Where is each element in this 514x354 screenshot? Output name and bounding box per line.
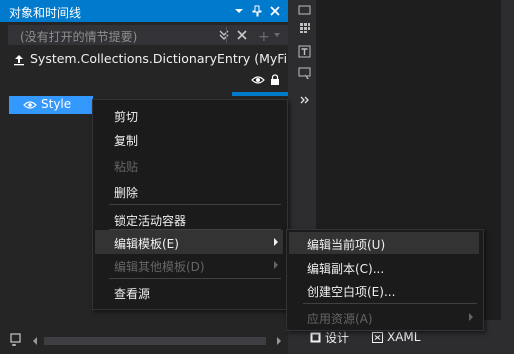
selection-strip <box>232 92 288 96</box>
collapse-icon[interactable] <box>219 30 229 40</box>
style-label: Style <box>41 97 72 111</box>
panel-title: 对象和时间线 <box>9 6 82 20</box>
menu-separator <box>303 303 477 304</box>
menu-item-copy[interactable]: 复制 <box>114 132 138 149</box>
submenu: 编辑当前项(U) 编辑副本(C)... 创建空白项(E)... 应用资源(A) <box>286 229 484 331</box>
menu-item-edit-other-templates[interactable]: 编辑其他模板(D) <box>114 258 205 275</box>
add-icon[interactable]: + <box>258 29 270 45</box>
delete-icon[interactable] <box>237 30 247 40</box>
submenu-arrow-icon <box>274 261 278 269</box>
pin-icon[interactable] <box>249 3 265 19</box>
submenu-item-edit-current[interactable]: 编辑当前项(U) <box>307 236 385 253</box>
design-tab-label: 设计 <box>325 330 350 345</box>
dropdown-icon[interactable] <box>231 3 247 19</box>
design-icon <box>310 332 321 343</box>
menu-item-edit-template[interactable]: 编辑模板(E) <box>114 235 179 252</box>
menu-item-view-source[interactable]: 查看源 <box>114 285 150 302</box>
menu-separator <box>109 204 281 205</box>
menu-item-lock-container[interactable]: 锁定活动容器 <box>114 212 186 229</box>
tool-icon-rect[interactable] <box>297 2 312 17</box>
up-arrow-icon[interactable] <box>13 54 25 66</box>
storyboard-placeholder[interactable]: (没有打开的情节提要) <box>20 28 137 45</box>
object-path: System.Collections.DictionaryEntry (MyFi… <box>30 51 311 66</box>
close-icon[interactable] <box>267 3 283 19</box>
xaml-tab-label: XAML <box>387 330 421 344</box>
text-tool-icon[interactable] <box>297 44 312 59</box>
context-menu: 剪切 复制 粘贴 删除 锁定活动容器 编辑模板(E) 编辑其他模板(D) 查看源 <box>92 99 288 310</box>
chevron-down-icon[interactable] <box>273 31 281 39</box>
horizontal-scrollbar[interactable] <box>44 337 266 345</box>
select-tool-icon[interactable] <box>297 66 312 81</box>
grid-tool-icon[interactable] <box>297 20 312 35</box>
eye-icon[interactable] <box>251 75 265 85</box>
xaml-icon <box>372 331 383 343</box>
submenu-item-apply-resource[interactable]: 应用资源(A) <box>307 310 373 327</box>
submenu-item-create-empty[interactable]: 创建空白项(E)... <box>307 283 395 300</box>
submenu-arrow-icon <box>469 313 473 321</box>
menu-separator <box>109 278 281 279</box>
style-icon <box>23 100 37 110</box>
zoom-icon[interactable] <box>10 333 24 347</box>
submenu-item-edit-copy[interactable]: 编辑副本(C)... <box>307 260 384 277</box>
vertical-scrollbar[interactable] <box>501 0 514 354</box>
lock-icon[interactable] <box>270 74 280 86</box>
scroll-right-icon[interactable] <box>276 337 282 345</box>
menu-item-cut[interactable]: 剪切 <box>114 108 138 125</box>
menu-item-paste[interactable]: 粘贴 <box>114 158 138 175</box>
divider <box>226 27 227 43</box>
menu-item-delete[interactable]: 删除 <box>114 184 138 201</box>
more-icon[interactable] <box>297 92 312 107</box>
submenu-arrow-icon <box>274 238 278 246</box>
scroll-left-icon[interactable] <box>32 337 38 345</box>
